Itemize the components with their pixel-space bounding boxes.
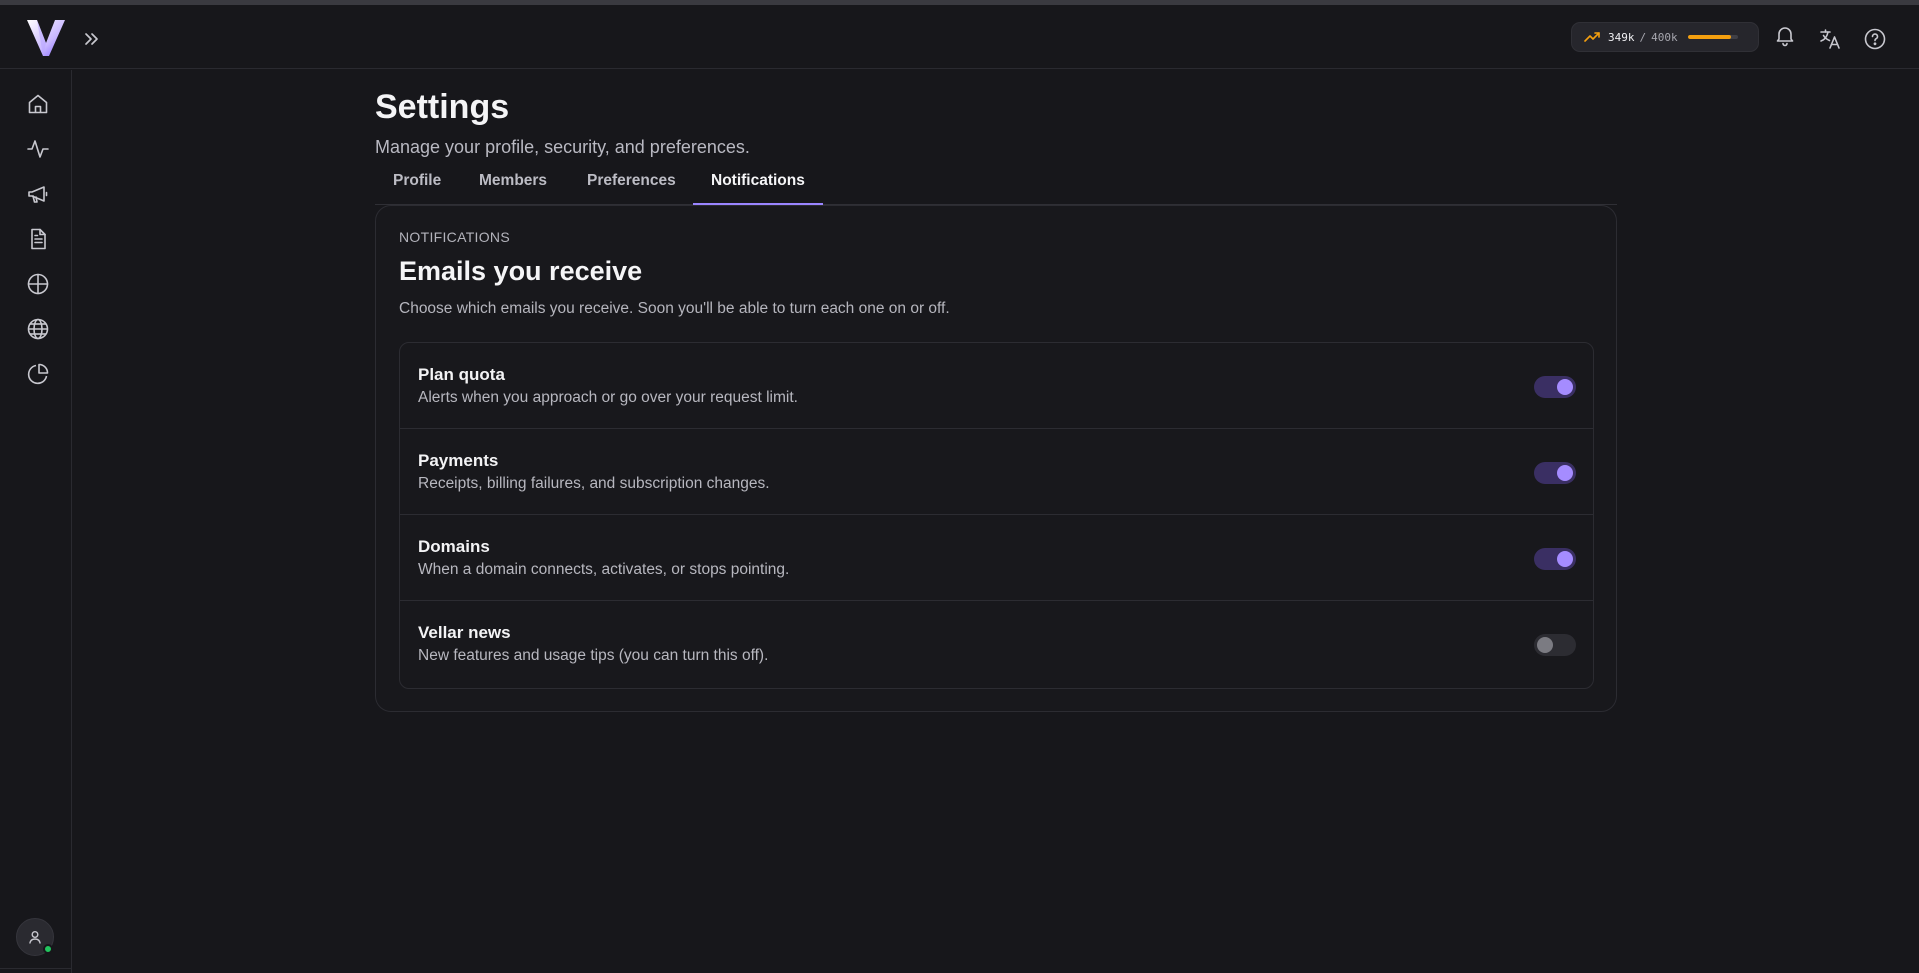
usage-separator: /	[1639, 30, 1647, 44]
usage-progress-bar	[1687, 35, 1738, 39]
double-chevron-right-icon[interactable]	[82, 29, 102, 49]
help-icon[interactable]	[1863, 27, 1887, 51]
translate-icon[interactable]	[1818, 27, 1842, 51]
list-item: Domains When a domain connects, activate…	[400, 515, 1593, 601]
list-item: Vellar news New features and usage tips …	[400, 601, 1593, 687]
usage-progress-fill	[1687, 35, 1732, 39]
section-description: Choose which emails you receive. Soon yo…	[399, 300, 950, 317]
settings-tabs: Profile Members Preferences Notification…	[375, 167, 1617, 205]
section-title: Emails you receive	[399, 256, 643, 286]
page-title: Settings	[375, 88, 510, 126]
home-icon[interactable]	[26, 92, 50, 116]
sidebar-divider	[0, 968, 71, 973]
toggle-knob	[1557, 465, 1573, 481]
bell-icon[interactable]	[1773, 23, 1797, 47]
list-item-description: When a domain connects, activates, or st…	[418, 561, 790, 578]
domains-toggle[interactable]	[1534, 548, 1576, 570]
vellar-news-toggle[interactable]	[1534, 634, 1576, 656]
page-subtitle: Manage your profile, security, and prefe…	[375, 137, 750, 157]
tab-profile[interactable]: Profile	[375, 167, 459, 205]
toggle-knob	[1557, 379, 1573, 395]
list-item-description: Alerts when you approach or go over your…	[418, 389, 798, 406]
list-item-description: New features and usage tips (you can tur…	[418, 647, 769, 664]
list-item: Payments Receipts, billing failures, and…	[400, 429, 1593, 515]
toggle-knob	[1557, 551, 1573, 567]
tab-members[interactable]: Members	[461, 167, 565, 205]
notifications-card: NOTIFICATIONS Emails you receive Choose …	[375, 205, 1617, 712]
sidebar	[0, 70, 72, 973]
crosshair-icon[interactable]	[26, 272, 50, 296]
list-item-title: Vellar news	[418, 623, 511, 642]
list-item: Plan quota Alerts when you approach or g…	[400, 343, 1593, 429]
tab-notifications[interactable]: Notifications	[693, 167, 823, 205]
usage-limit: 400k	[1651, 30, 1678, 44]
list-item-title: Domains	[418, 537, 490, 556]
section-eyebrow: NOTIFICATIONS	[399, 229, 510, 245]
online-status-dot	[43, 944, 53, 954]
trend-up-icon	[1584, 32, 1600, 42]
top-bar: 349k / 400k	[0, 5, 1919, 69]
pie-chart-icon[interactable]	[26, 362, 50, 386]
document-icon[interactable]	[26, 227, 50, 251]
payments-toggle[interactable]	[1534, 462, 1576, 484]
list-item-description: Receipts, billing failures, and subscrip…	[418, 475, 770, 492]
megaphone-icon[interactable]	[26, 182, 50, 206]
globe-icon[interactable]	[26, 317, 50, 341]
activity-icon[interactable]	[26, 137, 50, 161]
list-item-title: Plan quota	[418, 365, 505, 384]
avatar[interactable]	[16, 918, 54, 956]
user-icon	[29, 931, 41, 944]
usage-used: 349k	[1608, 30, 1635, 44]
list-item-title: Payments	[418, 451, 499, 470]
email-preferences-list: Plan quota Alerts when you approach or g…	[399, 342, 1594, 689]
toggle-knob	[1537, 637, 1553, 653]
usage-meter[interactable]: 349k / 400k	[1571, 22, 1759, 52]
plan-quota-toggle[interactable]	[1534, 376, 1576, 398]
vellar-v-logo[interactable]	[26, 19, 66, 57]
tab-preferences[interactable]: Preferences	[569, 167, 694, 205]
